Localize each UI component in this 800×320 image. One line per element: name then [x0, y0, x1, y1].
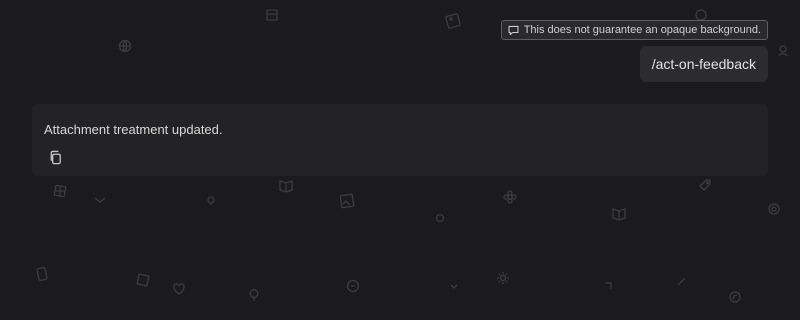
feedback-note-text: This does not guarantee an opaque backgr… — [523, 24, 761, 36]
badge-icon — [346, 279, 360, 293]
globe-icon — [118, 39, 132, 53]
bulb-small-icon — [207, 196, 215, 205]
assistant-message-card: Attachment treatment updated. — [32, 104, 768, 176]
mail-small-icon — [450, 284, 458, 289]
phone-icon — [36, 266, 48, 282]
copy-button[interactable] — [46, 148, 64, 166]
book-icon — [279, 180, 293, 193]
lightbulb-icon — [249, 289, 259, 301]
feedback-note: This does not guarantee an opaque backgr… — [500, 20, 768, 40]
assistant-message-text: Attachment treatment updated. — [44, 122, 223, 137]
target-icon — [768, 203, 780, 215]
comment-icon — [508, 25, 519, 35]
compass-icon — [729, 291, 741, 303]
book-open-icon — [612, 208, 626, 221]
shape-icon — [605, 282, 612, 289]
box-icon — [266, 9, 278, 21]
heart-icon — [173, 283, 185, 295]
gear-small-icon — [435, 213, 445, 223]
flower-icon — [503, 190, 517, 204]
bug-icon — [778, 45, 788, 57]
copy-icon — [50, 150, 61, 164]
frame-icon — [339, 193, 355, 209]
notebook-icon — [136, 273, 150, 287]
gear-icon — [497, 272, 509, 284]
puzzle-icon — [53, 184, 67, 198]
image-icon — [445, 13, 461, 29]
user-message-text: /act-on-feedback — [651, 56, 756, 72]
user-message-bubble: /act-on-feedback — [639, 46, 768, 82]
tag-icon — [699, 179, 711, 191]
pencil-icon — [677, 277, 686, 286]
mail-icon — [94, 197, 106, 203]
